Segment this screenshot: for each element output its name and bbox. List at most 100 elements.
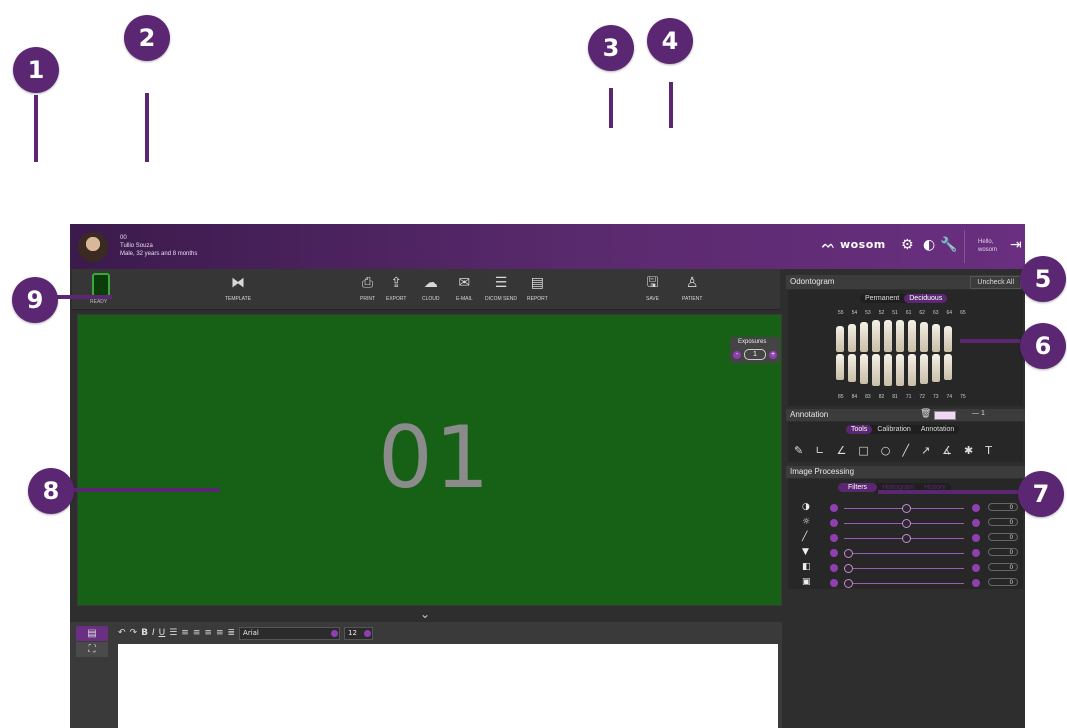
patient-button[interactable]: ♙ PATIENT — [682, 275, 702, 302]
notes-editor[interactable] — [118, 644, 778, 728]
font-family-select[interactable]: Arial — [239, 626, 341, 640]
notes-tab-report[interactable]: ▤ — [76, 626, 108, 641]
tooth[interactable] — [860, 354, 868, 384]
upper-teeth[interactable] — [836, 320, 952, 352]
ruler-icon[interactable]: ✎ — [794, 444, 803, 457]
align-left-icon[interactable]: ≡ — [193, 628, 201, 638]
print-button[interactable]: ⎙ PRINT — [360, 275, 375, 302]
trash-icon[interactable]: 🗑 — [920, 409, 931, 419]
image-viewer[interactable]: 01 Exposures - 1 + — [77, 314, 782, 606]
contrast-toggle-icon[interactable]: ◐ — [923, 237, 935, 253]
tooth[interactable] — [848, 324, 856, 352]
slider-decrease-button[interactable] — [830, 534, 838, 542]
line-width-select[interactable]: — 1 — [972, 410, 985, 417]
tooth[interactable] — [908, 354, 916, 386]
tab-deciduous[interactable]: Deciduous — [904, 294, 948, 303]
tooth[interactable] — [872, 354, 880, 386]
slider-handle[interactable] — [844, 564, 853, 573]
slider-decrease-button[interactable] — [830, 504, 838, 512]
numbered-list-icon[interactable]: ≡ — [181, 628, 189, 638]
export-button[interactable]: ⇪ EXPORT — [386, 275, 406, 302]
template-button[interactable]: ⧓ TEMPLATE — [225, 275, 251, 302]
slider-value-field[interactable]: 0 — [988, 548, 1018, 556]
tab-calibration[interactable]: Calibration — [872, 425, 915, 434]
slider-increase-button[interactable] — [972, 579, 980, 587]
exposures-increase-button[interactable]: + — [769, 350, 777, 359]
tooth[interactable] — [884, 320, 892, 352]
tab-filters[interactable]: Filters — [838, 483, 878, 492]
uncheck-all-button[interactable]: Uncheck All — [970, 276, 1021, 289]
star-icon[interactable]: ✱ — [964, 444, 973, 457]
slider-increase-button[interactable] — [972, 549, 980, 557]
tooth[interactable] — [944, 354, 952, 380]
dicom-send-button[interactable]: ☰ DICOM SEND — [485, 275, 517, 302]
cobb-angle-icon[interactable]: ∡ — [942, 444, 952, 457]
patient-info[interactable]: 00 Tullio Souza Male, 32 years and 8 mon… — [120, 234, 197, 258]
tooth[interactable] — [896, 354, 904, 386]
slider-handle[interactable] — [844, 549, 853, 558]
undo-icon[interactable]: ↶ — [118, 628, 126, 638]
italic-icon[interactable]: I — [152, 628, 155, 638]
slider-value-field[interactable]: 0 — [988, 578, 1018, 586]
align-center-icon[interactable]: ≡ — [204, 628, 212, 638]
ellipse-icon[interactable]: ○ — [881, 444, 891, 457]
tooth[interactable] — [884, 354, 892, 386]
align-right-icon[interactable]: ≡ — [216, 628, 224, 638]
underline-icon[interactable]: U — [159, 628, 166, 638]
slider-value-field[interactable]: 0 — [988, 503, 1018, 511]
slider-track[interactable] — [844, 553, 964, 554]
slider-track[interactable] — [844, 568, 964, 569]
tooth[interactable] — [908, 320, 916, 352]
annotation-color-swatch[interactable] — [934, 411, 956, 420]
tooth[interactable] — [848, 354, 856, 382]
exposures-decrease-button[interactable]: - — [733, 350, 741, 359]
sensor-ready-indicator[interactable] — [92, 273, 110, 297]
slider-decrease-button[interactable] — [830, 579, 838, 587]
patient-avatar[interactable] — [78, 232, 108, 262]
slider-value-field[interactable]: 0 — [988, 563, 1018, 571]
slider-handle[interactable] — [844, 579, 853, 588]
lower-teeth[interactable] — [836, 354, 952, 386]
tab-annotation[interactable]: Annotation — [916, 425, 959, 434]
rectangle-icon[interactable]: □ — [858, 444, 868, 457]
font-size-select[interactable]: 12 — [344, 626, 374, 640]
slider-handle[interactable] — [902, 534, 911, 543]
cloud-button[interactable]: ☁ CLOUD — [422, 275, 440, 302]
tooth[interactable] — [836, 354, 844, 380]
align-justify-icon[interactable]: ≣ — [227, 628, 235, 638]
slider-track[interactable] — [844, 583, 964, 584]
slider-increase-button[interactable] — [972, 504, 980, 512]
tooth[interactable] — [920, 354, 928, 384]
email-button[interactable]: ✉ E-MAIL — [456, 275, 473, 302]
tools-wrench-icon[interactable]: 🔧 — [940, 237, 957, 253]
collapse-chevron-icon[interactable]: ⌄ — [420, 607, 430, 621]
tooth[interactable] — [932, 354, 940, 382]
text-icon[interactable]: T — [985, 444, 992, 457]
slider-increase-button[interactable] — [972, 564, 980, 572]
settings-gear-icon[interactable]: ⚙ — [901, 237, 914, 253]
bold-icon[interactable]: B — [141, 628, 148, 638]
tab-tools[interactable]: Tools — [846, 425, 873, 434]
tab-permanent[interactable]: Permanent — [860, 294, 904, 303]
tooth[interactable] — [932, 324, 940, 352]
slider-decrease-button[interactable] — [830, 564, 838, 572]
slider-increase-button[interactable] — [972, 519, 980, 527]
slider-handle[interactable] — [902, 519, 911, 528]
tooth[interactable] — [896, 320, 904, 352]
bullet-list-icon[interactable]: ☰ — [169, 628, 177, 638]
arrow-icon[interactable]: ↗ — [921, 444, 930, 457]
logout-icon[interactable]: ⇥ — [1010, 237, 1022, 253]
slider-decrease-button[interactable] — [830, 549, 838, 557]
slider-decrease-button[interactable] — [830, 519, 838, 527]
line-icon[interactable]: ╱ — [902, 444, 909, 457]
tooth[interactable] — [860, 322, 868, 352]
exposures-value[interactable]: 1 — [744, 349, 766, 360]
angle-icon[interactable]: ∟ — [815, 444, 824, 457]
slider-value-field[interactable]: 0 — [988, 518, 1018, 526]
redo-icon[interactable]: ↷ — [130, 628, 138, 638]
slider-value-field[interactable]: 0 — [988, 533, 1018, 541]
slider-increase-button[interactable] — [972, 534, 980, 542]
tooth[interactable] — [836, 326, 844, 352]
slider-handle[interactable] — [902, 504, 911, 513]
tooth[interactable] — [944, 326, 952, 352]
